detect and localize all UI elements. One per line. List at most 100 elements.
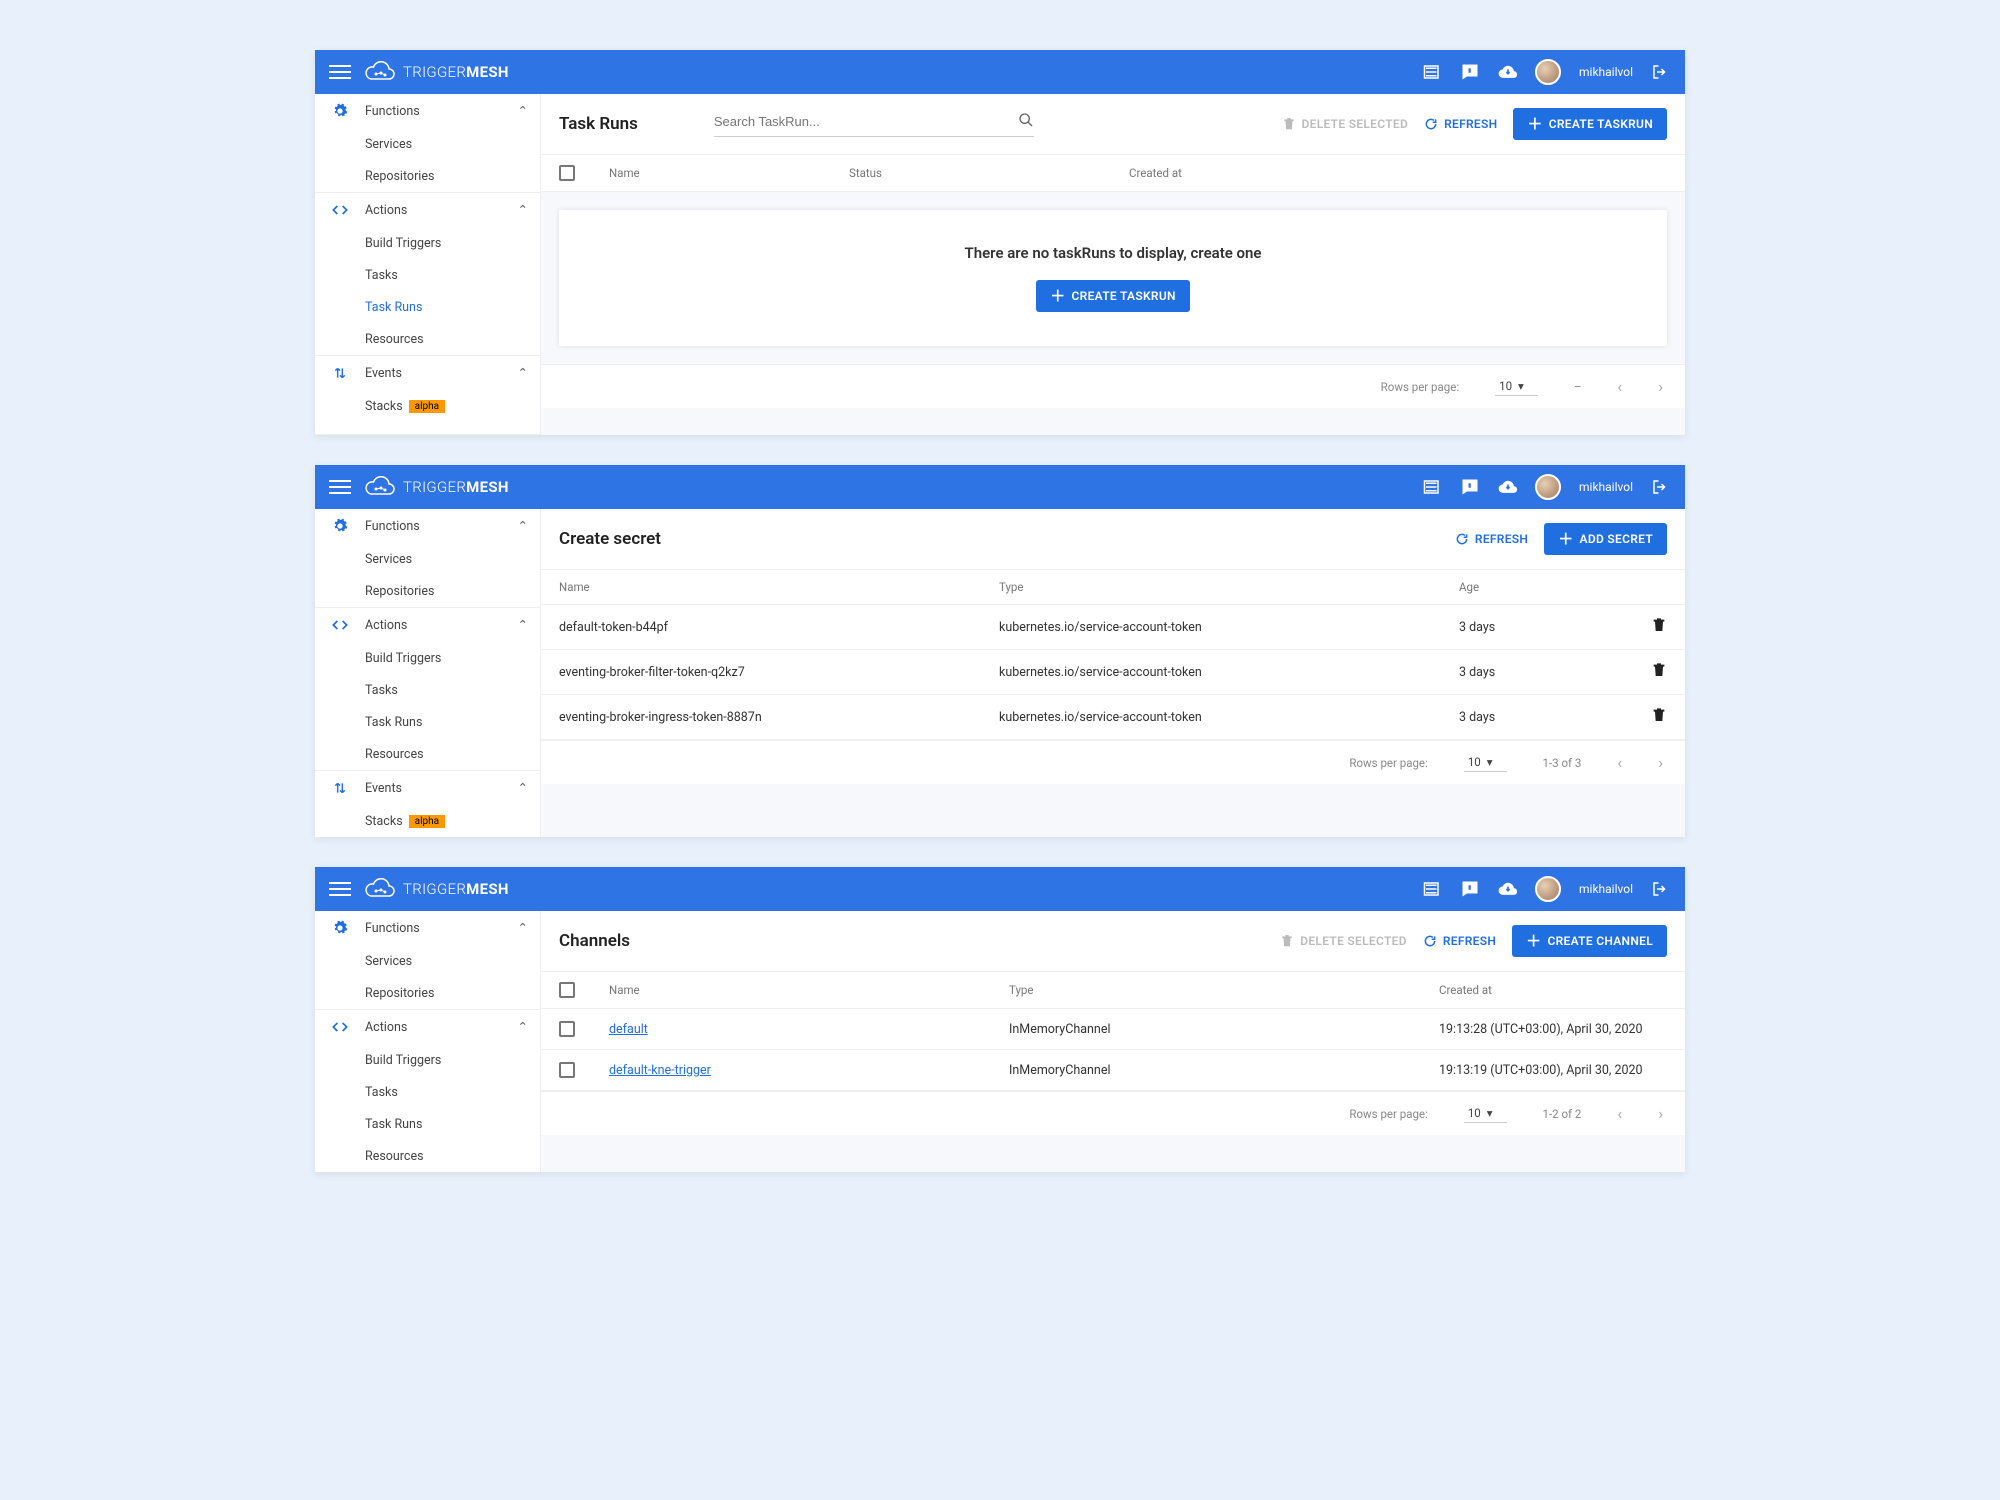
sidebar-item-resources[interactable]: Resources: [315, 738, 540, 770]
gear-icon: [329, 518, 351, 534]
create-channel-button[interactable]: ＋ CREATE CHANNEL: [1512, 925, 1667, 957]
cloud-logo-icon: [363, 878, 397, 900]
docs-icon[interactable]: [1421, 476, 1443, 498]
menu-icon[interactable]: [329, 878, 351, 900]
cloud-download-icon[interactable]: [1497, 878, 1519, 900]
logo[interactable]: TRIGGERMESH: [363, 61, 509, 83]
delete-row-button[interactable]: [1651, 667, 1667, 682]
rows-per-page-label: Rows per page:: [1349, 756, 1427, 770]
menu-icon[interactable]: [329, 476, 351, 498]
rows-per-page-select[interactable]: 10 ▾: [1495, 377, 1538, 396]
sidebar-group-actions[interactable]: Actions ⌃: [315, 193, 540, 227]
sidebar-item-task-runs[interactable]: Task Runs: [315, 291, 540, 323]
chat-icon[interactable]: [1459, 878, 1481, 900]
logo[interactable]: TRIGGERMESH: [363, 476, 509, 498]
sidebar-item-resources[interactable]: Resources: [315, 323, 540, 355]
empty-create-button[interactable]: ＋ CREATE TASKRUN: [1036, 280, 1190, 312]
refresh-button[interactable]: REFRESH: [1424, 117, 1497, 131]
rows-per-page-select[interactable]: 10 ▾: [1464, 753, 1507, 772]
next-page-button[interactable]: ›: [1658, 1104, 1663, 1123]
sidebar-item-build-triggers[interactable]: Build Triggers: [315, 642, 540, 674]
sidebar-item-services[interactable]: Services: [315, 945, 540, 977]
select-all-checkbox[interactable]: [559, 982, 575, 998]
swap-icon: [329, 366, 351, 380]
logout-icon[interactable]: [1649, 61, 1671, 83]
sidebar-item-task-runs[interactable]: Task Runs: [315, 706, 540, 738]
panel-taskruns: TRIGGERMESH mikhailvol Functions ⌃ Servi…: [315, 50, 1685, 435]
prev-page-button[interactable]: ‹: [1617, 1104, 1622, 1123]
avatar[interactable]: [1535, 59, 1561, 85]
plus-icon: ＋: [1526, 935, 1541, 947]
sidebar-item-repositories[interactable]: Repositories: [315, 977, 540, 1009]
create-taskrun-button[interactable]: ＋ CREATE TASKRUN: [1513, 108, 1667, 140]
sidebar-group-functions[interactable]: Functions ⌃: [315, 911, 540, 945]
sidebar-group-actions[interactable]: Actions ⌃: [315, 608, 540, 642]
delete-selected-button[interactable]: DELETE SELECTED: [1282, 117, 1409, 131]
sidebar-item-tasks[interactable]: Tasks: [315, 674, 540, 706]
delete-selected-button[interactable]: DELETE SELECTED: [1280, 934, 1407, 948]
sidebar-item-tasks[interactable]: Tasks: [315, 259, 540, 291]
refresh-icon: [1455, 532, 1469, 546]
logout-icon[interactable]: [1649, 878, 1671, 900]
chat-icon[interactable]: [1459, 476, 1481, 498]
add-secret-button[interactable]: ＋ ADD SECRET: [1544, 523, 1667, 555]
avatar[interactable]: [1535, 876, 1561, 902]
docs-icon[interactable]: [1421, 61, 1443, 83]
select-all-checkbox[interactable]: [559, 165, 575, 181]
avatar[interactable]: [1535, 474, 1561, 500]
chevron-up-icon: ⌃: [518, 518, 528, 534]
sidebar-group-functions[interactable]: Functions ⌃: [315, 94, 540, 128]
sidebar-item-task-runs[interactable]: Task Runs: [315, 1108, 540, 1140]
trash-icon: [1282, 117, 1296, 131]
cell-type: kubernetes.io/service-account-token: [999, 665, 1459, 680]
gear-icon: [329, 103, 351, 119]
logo[interactable]: TRIGGERMESH: [363, 878, 509, 900]
docs-icon[interactable]: [1421, 878, 1443, 900]
table-row: default-token-b44pfkubernetes.io/service…: [541, 605, 1685, 650]
search-input[interactable]: [714, 114, 1018, 129]
sidebar-item-build-triggers[interactable]: Build Triggers: [315, 1044, 540, 1076]
sidebar-item-stacks[interactable]: Stacks alpha: [315, 390, 540, 422]
channel-link[interactable]: default: [609, 1022, 648, 1037]
pagination-range: –: [1574, 380, 1582, 394]
sidebar-item-stacks[interactable]: Stacks alpha: [315, 805, 540, 837]
swap-icon: [329, 781, 351, 795]
refresh-button[interactable]: REFRESH: [1455, 532, 1528, 546]
row-checkbox[interactable]: [559, 1021, 575, 1037]
menu-icon[interactable]: [329, 61, 351, 83]
plus-icon: ＋: [1050, 290, 1065, 302]
sidebar-item-repositories[interactable]: Repositories: [315, 160, 540, 192]
row-checkbox[interactable]: [559, 1062, 575, 1078]
table-row: eventing-broker-ingress-token-8887nkuber…: [541, 695, 1685, 740]
channel-link[interactable]: default-kne-trigger: [609, 1063, 711, 1078]
sidebar-item-repositories[interactable]: Repositories: [315, 575, 540, 607]
page-title: Task Runs: [559, 114, 638, 134]
refresh-button[interactable]: REFRESH: [1423, 934, 1496, 948]
logout-icon[interactable]: [1649, 476, 1671, 498]
sidebar-group-events[interactable]: Events ⌃: [315, 771, 540, 805]
table-row: eventing-broker-filter-token-q2kz7kubern…: [541, 650, 1685, 695]
sidebar-item-resources[interactable]: Resources: [315, 1140, 540, 1172]
sidebar-item-tasks[interactable]: Tasks: [315, 1076, 540, 1108]
sidebar-item-services[interactable]: Services: [315, 128, 540, 160]
col-created: Created at: [1439, 983, 1667, 997]
sidebar-group-events[interactable]: Events ⌃: [315, 356, 540, 390]
next-page-button[interactable]: ›: [1658, 753, 1663, 772]
delete-row-button[interactable]: [1651, 622, 1667, 637]
cloud-download-icon[interactable]: [1497, 476, 1519, 498]
chat-icon[interactable]: [1459, 61, 1481, 83]
delete-row-button[interactable]: [1651, 712, 1667, 727]
cloud-download-icon[interactable]: [1497, 61, 1519, 83]
sidebar-item-services[interactable]: Services: [315, 543, 540, 575]
cell-name: default-kne-trigger: [609, 1063, 1009, 1078]
search-icon[interactable]: [1018, 112, 1034, 132]
alpha-badge: alpha: [409, 815, 445, 828]
sidebar-group-functions[interactable]: Functions ⌃: [315, 509, 540, 543]
next-page-button[interactable]: ›: [1658, 377, 1663, 396]
col-created: Created at: [1129, 166, 1667, 180]
sidebar-item-build-triggers[interactable]: Build Triggers: [315, 227, 540, 259]
prev-page-button[interactable]: ‹: [1617, 377, 1622, 396]
prev-page-button[interactable]: ‹: [1617, 753, 1622, 772]
rows-per-page-select[interactable]: 10 ▾: [1464, 1104, 1507, 1123]
sidebar-group-actions[interactable]: Actions ⌃: [315, 1010, 540, 1044]
